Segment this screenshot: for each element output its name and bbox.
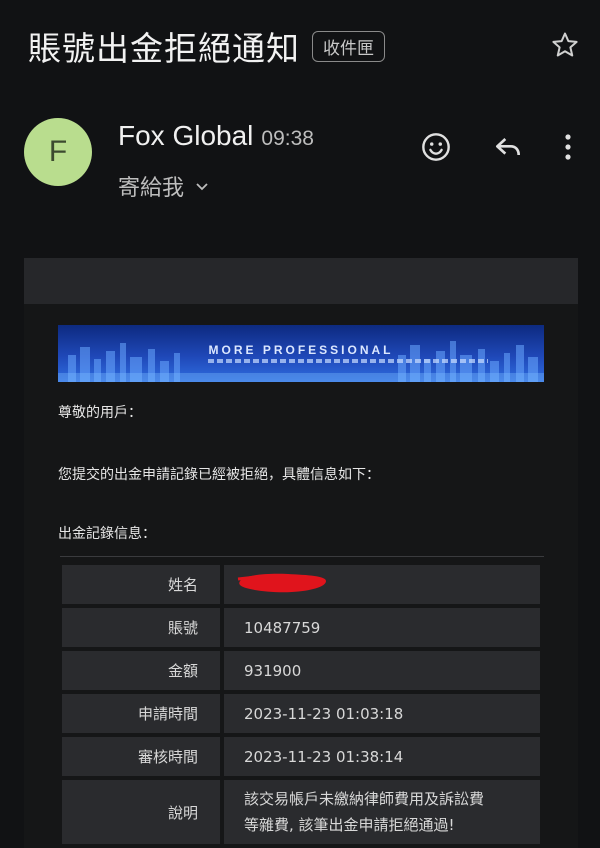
sender-name[interactable]: Fox Global	[118, 120, 253, 152]
table-row: 說明 該交易帳戶未繳納律師費用及訴訟費 等雜費, 該筆出金申請拒絕通過!	[62, 780, 540, 844]
row-label: 審核時間	[62, 737, 220, 776]
greeting-text: 尊敬的用戶：	[58, 405, 142, 421]
subject-row: 賬號出金拒絕通知 收件匣	[28, 22, 588, 70]
folder-label-chip[interactable]: 收件匣	[312, 30, 385, 62]
section-title: 出金記錄信息：	[58, 526, 156, 542]
chevron-down-icon	[184, 174, 210, 199]
table-row: 賬號 10487759	[62, 608, 540, 647]
row-value: 931900	[224, 651, 540, 690]
star-icon[interactable]	[550, 30, 580, 60]
emoji-icon[interactable]	[419, 130, 453, 164]
redaction-mark	[236, 567, 330, 597]
banner-image: MORE PROFESSIONAL	[58, 325, 544, 382]
table-row: 審核時間 2023-11-23 01:38:14	[62, 737, 540, 776]
row-label: 姓名	[62, 565, 220, 604]
email-time: 09:38	[261, 127, 314, 150]
explanation-line-2: 等雜費, 該筆出金申請拒絕通過!	[244, 816, 455, 834]
row-value: 10487759	[224, 608, 540, 647]
reply-icon[interactable]	[491, 130, 525, 164]
banner-subtext-decoration	[208, 359, 488, 363]
banner-text: MORE PROFESSIONAL	[208, 343, 394, 357]
row-label: 申請時間	[62, 694, 220, 733]
explanation-line-1: 該交易帳戶未繳納律師費用及訴訟費	[244, 790, 485, 808]
table-top-divider	[60, 556, 544, 557]
row-value: 該交易帳戶未繳納律師費用及訴訟費 等雜費, 該筆出金申請拒絕通過!	[224, 780, 540, 844]
row-value: 2023-11-23 01:38:14	[224, 737, 540, 776]
recipient-toggle[interactable]: 寄給我	[118, 170, 210, 202]
row-value: 2023-11-23 01:03:18	[224, 694, 540, 733]
table-row: 金額 931900	[62, 651, 540, 690]
recipient-label: 寄給我	[118, 176, 185, 201]
sender-line: Fox Global 09:38	[118, 120, 314, 152]
table-row: 申請時間 2023-11-23 01:03:18	[62, 694, 540, 733]
more-vert-icon[interactable]	[551, 130, 585, 164]
row-label: 賬號	[62, 608, 220, 647]
email-subject: 賬號出金拒絕通知	[28, 29, 300, 68]
row-label: 金額	[62, 651, 220, 690]
intro-text: 您提交的出金申請記錄已經被拒絕，具體信息如下：	[58, 467, 380, 483]
sender-avatar[interactable]: F	[24, 118, 92, 186]
email-body-header-band	[24, 258, 578, 304]
row-label: 說明	[62, 780, 220, 844]
